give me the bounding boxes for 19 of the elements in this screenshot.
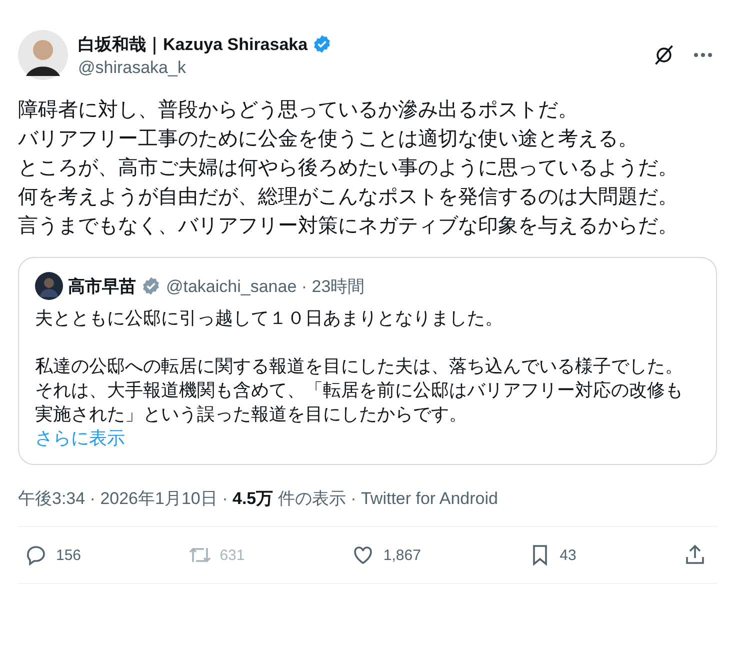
avatar xyxy=(35,272,63,300)
reply-icon xyxy=(24,543,48,567)
quoted-text: 私達の公邸への転居に関する報道を目にした夫は、落ち込んでいる様子でした。それは、大手報道機関も含めて、「転居を前に公邸はバリアフリー対応の改修も実施された」という誤った報道を目にしたからです。 xyxy=(35,355,684,426)
post-meta: 午後3:34 · 2026年1月10日 · 4.5万 件の表示 · Twitter for Android xyxy=(18,487,717,527)
post-text-line: バリアフリー工事のために公金を使うことは適切な使い途と考える。 xyxy=(18,127,639,152)
author-handle[interactable]: @shirasaka_k xyxy=(78,58,639,78)
quoted-author-name: 高市早苗 xyxy=(68,276,136,298)
quoted-text: 夫とともに公邸に引っ越して１０日あまりとなりました。 xyxy=(35,307,504,330)
post-text-line: ところが、高市ご夫婦は何やら後ろめたい事のように思っているようだ。 xyxy=(18,156,679,181)
post-text-line: 何を考えようが自由だが、総理がこんなポストを発信するのは大問題だ。 xyxy=(18,185,679,210)
quoted-post[interactable]: 高市早苗 @takaichi_sanae · 23時間 夫とともに公邸に引っ越して１０日あまりとなりました。 私達の公邸への転居に関する報道を目にした夫は、落ち込んでいる様子でした。それは、大手報道機関も含めて、「転居を前に公邸はバリアフリー対応の改修も実施された」という誤った報道を目にしたからです。 さらに表示 xyxy=(18,257,717,465)
author-name[interactable]: 白坂和哉｜Kazuya Shirasaka xyxy=(78,32,308,56)
reply-action[interactable]: 156 xyxy=(20,539,86,571)
like-action[interactable]: 1,867 xyxy=(347,539,425,571)
post-text-line: 障碍者に対し、普段からどう思っているか滲み出るポストだ。 xyxy=(18,98,579,123)
avatar[interactable] xyxy=(18,30,68,80)
bookmark-action[interactable]: 43 xyxy=(524,539,580,571)
quoted-handle-time: @takaichi_sanae · 23時間 xyxy=(166,276,365,298)
post-text-line: 言うまでもなく、バリアフリー対策にネガティブな印象を与えるからだ。 xyxy=(18,214,679,239)
